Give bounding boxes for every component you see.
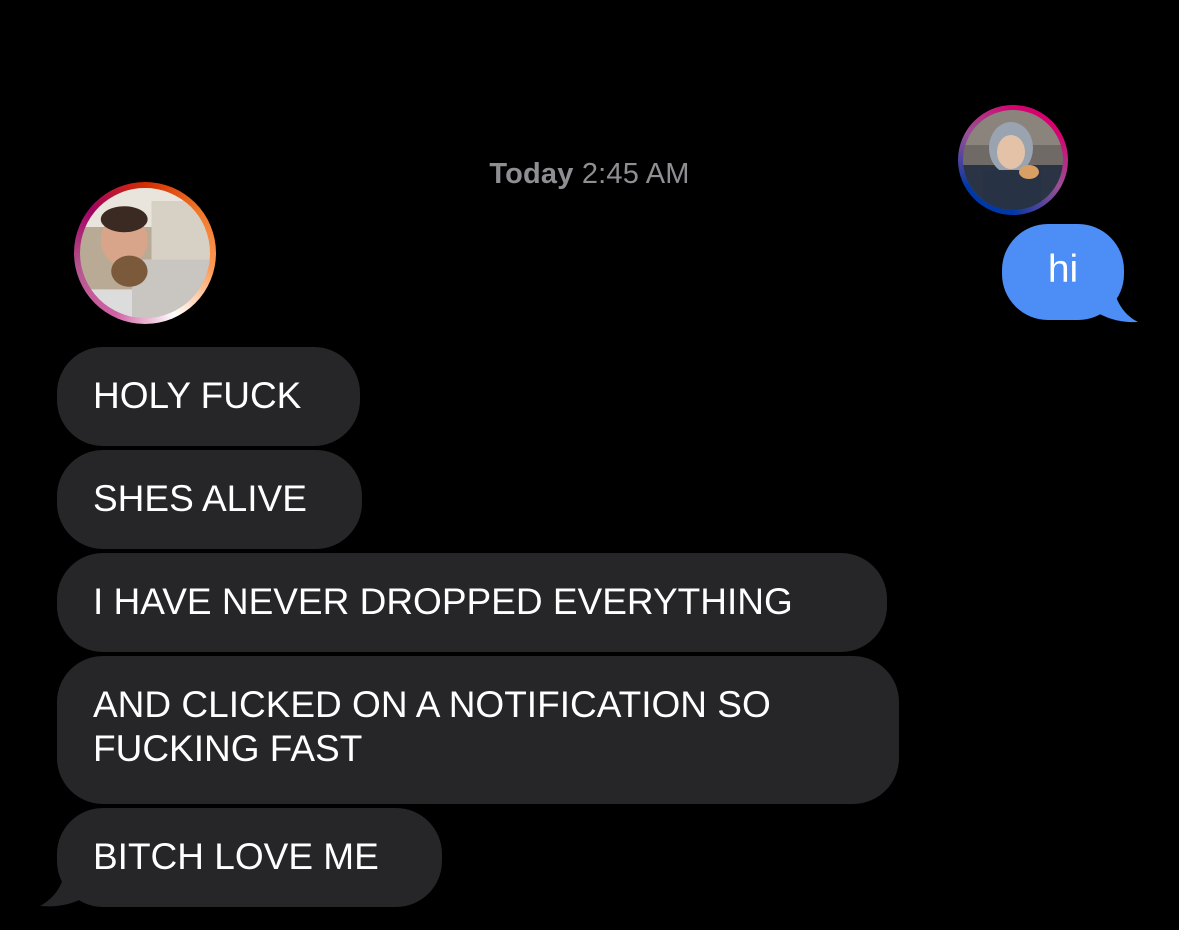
incoming-message-line: FUCKING FAST <box>93 728 363 769</box>
contact-photo <box>80 188 210 318</box>
sender-photo <box>963 110 1063 210</box>
outgoing-message-text: hi <box>1047 248 1079 291</box>
sender-avatar[interactable] <box>958 105 1068 215</box>
incoming-message[interactable]: HOLY FUCK <box>57 347 360 446</box>
timestamp-time: 2:45 AM <box>581 158 690 190</box>
incoming-message[interactable]: I HAVE NEVER DROPPED EVERYTHING <box>57 553 887 652</box>
outgoing-bubble-tail <box>1090 272 1138 323</box>
incoming-message-text: HOLY FUCK <box>93 375 302 416</box>
incoming-message[interactable]: AND CLICKED ON A NOTIFICATION SO FUCKING… <box>57 656 899 804</box>
incoming-message-text: I HAVE NEVER DROPPED EVERYTHING <box>93 581 793 622</box>
incoming-bubble-tail <box>40 858 92 907</box>
incoming-message-text: BITCH LOVE ME <box>93 836 379 877</box>
incoming-message-text: SHES ALIVE <box>93 478 307 519</box>
incoming-message-line: AND CLICKED ON A NOTIFICATION SO <box>93 684 771 725</box>
incoming-message[interactable]: SHES ALIVE <box>57 450 362 549</box>
timestamp-day: Today <box>489 158 574 190</box>
contact-avatar[interactable] <box>74 182 216 324</box>
incoming-message[interactable]: BITCH LOVE ME <box>57 808 442 907</box>
